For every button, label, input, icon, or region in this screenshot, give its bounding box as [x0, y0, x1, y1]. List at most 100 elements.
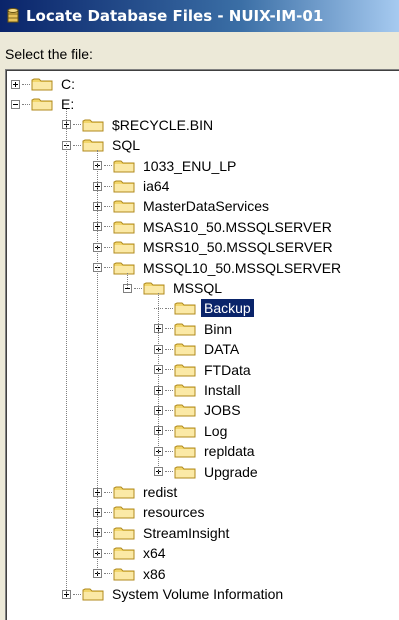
tree-item[interactable]: repldata — [154, 441, 258, 461]
tree-item[interactable]: System Volume Information — [62, 584, 286, 604]
tree-connector — [73, 124, 81, 126]
tree-item[interactable]: redist — [93, 482, 180, 502]
folder-icon — [113, 261, 135, 275]
folder-icon — [113, 526, 135, 540]
tree-item[interactable]: MSRS10_50.MSSQLSERVER — [93, 237, 336, 257]
tree-item[interactable]: JOBS — [154, 400, 244, 420]
tree-item[interactable]: 1033_ENU_LP — [93, 156, 239, 176]
tree-item-label[interactable]: FTData — [201, 361, 254, 379]
tree-connector — [165, 409, 173, 411]
folder-icon — [82, 118, 104, 132]
folder-icon — [31, 97, 53, 111]
tree-item-label[interactable]: MSAS10_50.MSSQLSERVER — [140, 218, 335, 236]
tree-item-label[interactable]: StreamInsight — [140, 524, 232, 542]
folder-icon — [31, 77, 53, 91]
folder-icon — [174, 383, 196, 397]
tree-item[interactable]: Upgrade — [154, 462, 261, 482]
tree-item-label[interactable]: MSSQL — [170, 279, 225, 297]
tree-item[interactable]: Install — [154, 380, 244, 400]
folder-icon — [174, 363, 196, 377]
tree-item-label[interactable]: Upgrade — [201, 463, 261, 481]
tree-item-label[interactable]: resources — [140, 503, 207, 521]
tree-item-label[interactable]: SQL — [109, 136, 143, 154]
folder-icon — [113, 485, 135, 499]
title-bar[interactable]: Locate Database Files - NUIX-IM-01 — [0, 0, 399, 32]
tree-item[interactable]: resources — [93, 502, 207, 522]
tree-item[interactable]: StreamInsight — [93, 523, 232, 543]
tree-item-label[interactable]: DATA — [201, 340, 242, 358]
tree-connector — [165, 307, 173, 309]
tree-item[interactable]: SQL — [62, 135, 143, 155]
tree-item-label[interactable]: E: — [58, 95, 77, 113]
tree-item-label[interactable]: Backup — [200, 298, 255, 319]
database-icon — [6, 7, 20, 25]
tree-item[interactable]: MSAS10_50.MSSQLSERVER — [93, 217, 335, 237]
tree-connector — [73, 144, 81, 146]
tree-item-label[interactable]: redist — [140, 483, 180, 501]
tree-connector — [165, 348, 173, 350]
folder-icon — [113, 505, 135, 519]
tree-item[interactable]: Backup — [154, 298, 255, 319]
tree-connector — [104, 573, 112, 575]
tree-item[interactable]: C: — [11, 74, 78, 94]
tree-item-label[interactable]: x86 — [140, 565, 169, 583]
tree-item[interactable]: x86 — [93, 564, 169, 584]
folder-icon — [113, 546, 135, 560]
folder-icon — [174, 403, 196, 417]
tree-item-label[interactable]: C: — [58, 75, 78, 93]
tree-item-label[interactable]: MasterDataServices — [140, 197, 272, 215]
tree-guide-line — [127, 272, 128, 288]
tree-item-label[interactable]: JOBS — [201, 401, 244, 419]
tree-connector — [104, 511, 112, 513]
tree-item-label[interactable]: 1033_ENU_LP — [140, 157, 239, 175]
tree-item[interactable]: MSSQL — [123, 278, 225, 298]
tree-connector — [104, 226, 112, 228]
tree-item-label[interactable]: x64 — [140, 544, 169, 562]
tree-connector — [104, 246, 112, 248]
tree-connector — [165, 369, 173, 371]
tree-item-label[interactable]: Install — [201, 381, 244, 399]
tree-item[interactable]: Log — [154, 421, 230, 441]
tree-item-label[interactable]: Log — [201, 422, 230, 440]
tree-item-label[interactable]: System Volume Information — [109, 585, 286, 603]
select-file-label: Select the file: — [5, 46, 93, 62]
folder-icon — [174, 444, 196, 458]
tree-connector — [104, 532, 112, 534]
folder-icon — [174, 465, 196, 479]
tree-connector — [104, 185, 112, 187]
tree-item[interactable]: MSSQL10_50.MSSQLSERVER — [93, 258, 344, 278]
expand-icon[interactable] — [11, 79, 20, 89]
tree-connector — [134, 287, 142, 289]
tree-item-label[interactable]: MSRS10_50.MSSQLSERVER — [140, 238, 336, 256]
folder-icon — [82, 138, 104, 152]
tree-connector — [165, 450, 173, 452]
tree-item[interactable]: Binn — [154, 319, 235, 339]
window-title: Locate Database Files - NUIX-IM-01 — [26, 7, 324, 25]
folder-icon — [174, 424, 196, 438]
folder-icon — [113, 567, 135, 581]
folder-icon — [174, 322, 196, 336]
tree-connector — [104, 205, 112, 207]
tree-item-label[interactable]: repldata — [201, 442, 258, 460]
folder-icon — [113, 240, 135, 254]
tree-item-label[interactable]: $RECYCLE.BIN — [109, 116, 216, 134]
tree-connector — [22, 103, 30, 105]
tree-item-label[interactable]: Binn — [201, 320, 235, 338]
tree-item[interactable]: ia64 — [93, 176, 172, 196]
tree-item[interactable]: FTData — [154, 360, 254, 380]
tree-item-label[interactable]: MSSQL10_50.MSSQLSERVER — [140, 259, 344, 277]
folder-icon — [174, 301, 196, 315]
tree-item[interactable]: x64 — [93, 543, 169, 563]
tree-item[interactable]: DATA — [154, 339, 242, 359]
tree-item[interactable]: E: — [11, 94, 77, 114]
folder-icon — [174, 342, 196, 356]
collapse-icon[interactable] — [11, 99, 20, 109]
tree-connector — [165, 430, 173, 432]
tree-item-label[interactable]: ia64 — [140, 177, 172, 195]
folder-tree[interactable]: C: E: $RECYCLE.BIN SQL 1033_ENU_LP ia64 Master… — [5, 69, 399, 620]
tree-connector — [104, 552, 112, 554]
tree-item[interactable]: MasterDataServices — [93, 196, 272, 216]
tree-connector — [104, 267, 112, 269]
tree-item[interactable]: $RECYCLE.BIN — [62, 115, 216, 135]
folder-icon — [113, 159, 135, 173]
